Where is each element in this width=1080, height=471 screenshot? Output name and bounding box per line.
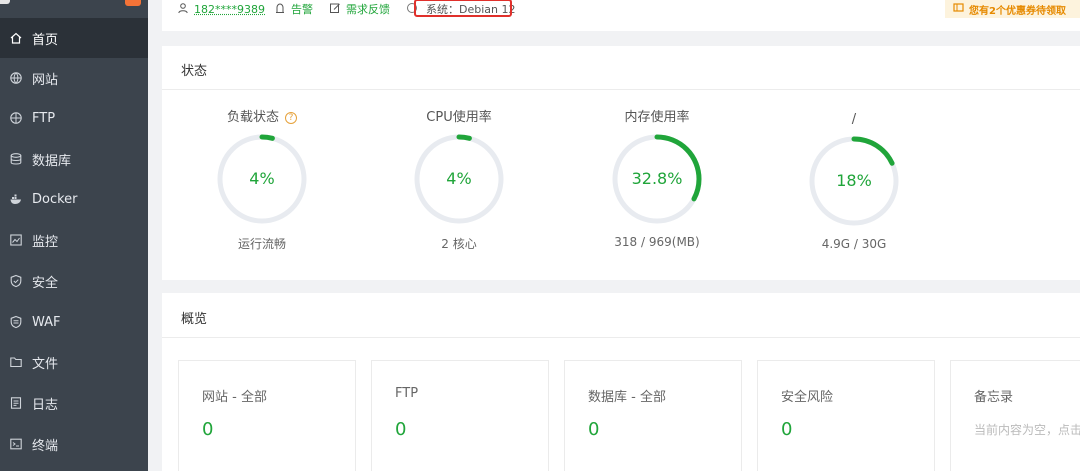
alarm-icon xyxy=(274,2,291,17)
notification-badge[interactable] xyxy=(125,0,141,6)
folder-icon xyxy=(9,355,23,369)
card-label: 安全风险 xyxy=(781,390,834,405)
gauge-label: 内存使用率 xyxy=(624,110,690,125)
sidebar-item-label: FTP xyxy=(32,110,56,126)
gauge-value: 32.8% xyxy=(631,169,683,188)
card-label: FTP xyxy=(395,386,419,401)
gauge-ring: 18% xyxy=(806,133,902,229)
sidebar: 首页 网站 FTP 数据库 Docker 监控 安全 WAF 文件 日志 终端 xyxy=(0,0,148,471)
sidebar-item-database[interactable]: 数据库 xyxy=(0,139,148,179)
waf-shield-icon xyxy=(9,315,23,329)
card-label: 备忘录 xyxy=(974,390,1014,405)
sidebar-item-label: Docker xyxy=(32,191,78,207)
gauge-ring: 4% xyxy=(411,131,507,227)
globe-icon xyxy=(9,71,23,85)
coupon-icon xyxy=(945,2,969,16)
gauge-subtext: 318 / 969(MB) xyxy=(614,235,700,249)
sidebar-item-websites[interactable]: 网站 xyxy=(0,58,148,98)
shield-icon xyxy=(9,274,23,288)
sidebar-item-waf[interactable]: WAF xyxy=(0,302,148,342)
top-info-bar: 182****9389 告警 需求反馈 系统：Debian 12 您有2个优惠券… xyxy=(162,0,1080,31)
sidebar-item-label: 网站 xyxy=(32,72,59,88)
gauge-value: 4% xyxy=(446,169,472,188)
gauge-cpu[interactable]: CPU使用率 4% 2 核心 xyxy=(399,109,519,252)
terminal-icon xyxy=(9,437,23,451)
gauge-load[interactable]: 负载状态? 4% 运行流畅 xyxy=(202,109,322,252)
status-panel: 状态 负载状态? 4% 运行流畅 CPU使用率 4% 2 核心 内存使用率 32… xyxy=(162,46,1080,280)
alarm-label: 告警 xyxy=(291,3,313,16)
user-icon xyxy=(177,2,194,17)
system-highlight-box xyxy=(414,0,512,17)
coupon-banner[interactable]: 您有2个优惠券待领取 xyxy=(945,0,1080,18)
overview-title: 概览 xyxy=(181,312,208,327)
divider xyxy=(162,89,1080,90)
sidebar-item-label: 监控 xyxy=(32,234,59,250)
user-phone: 182****9389 xyxy=(194,2,265,16)
sidebar-item-monitor[interactable]: 监控 xyxy=(0,220,148,260)
monitor-icon xyxy=(9,233,23,247)
help-icon[interactable]: ? xyxy=(285,112,297,124)
docker-icon xyxy=(9,192,23,206)
alarm-link[interactable]: 告警 xyxy=(274,0,313,18)
card-security-risk[interactable]: 安全风险 0 xyxy=(757,360,935,471)
gauge-disk[interactable]: / 18% 4.9G / 30G xyxy=(794,111,914,251)
logo[interactable] xyxy=(0,0,10,4)
memo-empty-text[interactable]: 当前内容为空，点击 xyxy=(974,421,1080,438)
card-memo[interactable]: 备忘录 当前内容为空，点击 xyxy=(950,360,1080,471)
card-databases[interactable]: 数据库 - 全部 0 xyxy=(564,360,742,471)
gauge-subtext: 4.9G / 30G xyxy=(821,237,887,251)
gauge-label: CPU使用率 xyxy=(426,110,492,125)
card-label: 数据库 - 全部 xyxy=(588,390,666,405)
ftp-globe-icon xyxy=(9,111,23,125)
card-value[interactable]: 0 xyxy=(202,419,213,440)
gauge-subtext: 运行流畅 xyxy=(237,237,286,251)
sidebar-item-terminal[interactable]: 终端 xyxy=(0,424,148,464)
gauge-ring: 32.8% xyxy=(609,131,705,227)
database-icon xyxy=(9,152,23,166)
sidebar-item-ftp[interactable]: FTP xyxy=(0,98,148,138)
sidebar-item-logs[interactable]: 日志 xyxy=(0,383,148,423)
status-title: 状态 xyxy=(181,64,208,79)
coupon-label: 您有2个优惠券待领取 xyxy=(969,5,1066,17)
sidebar-item-label: 首页 xyxy=(32,32,59,48)
sidebar-item-label: 日志 xyxy=(32,397,59,413)
card-ftp[interactable]: FTP 0 xyxy=(371,360,549,471)
sidebar-item-label: WAF xyxy=(32,314,61,330)
sidebar-item-docker[interactable]: Docker xyxy=(0,179,148,219)
sidebar-item-label: 文件 xyxy=(32,356,59,372)
edit-icon xyxy=(329,2,346,17)
card-value[interactable]: 0 xyxy=(588,419,599,440)
gauge-subtext: 2 核心 xyxy=(441,237,477,251)
card-websites[interactable]: 网站 - 全部 0 xyxy=(178,360,356,471)
sidebar-item-label: 终端 xyxy=(32,438,59,454)
card-label: 网站 - 全部 xyxy=(202,390,267,405)
sidebar-item-files[interactable]: 文件 xyxy=(0,342,148,382)
home-icon xyxy=(9,31,23,45)
user-account-link[interactable]: 182****9389 xyxy=(177,0,265,18)
gauge-value: 4% xyxy=(249,169,275,188)
gauge-value: 18% xyxy=(836,171,872,190)
gauge-label: / xyxy=(851,112,857,127)
card-value[interactable]: 0 xyxy=(395,419,406,440)
sidebar-item-label: 数据库 xyxy=(32,153,72,169)
feedback-label: 需求反馈 xyxy=(346,3,390,16)
gauge-memory[interactable]: 内存使用率 32.8% 318 / 969(MB) xyxy=(597,109,717,249)
sidebar-item-security[interactable]: 安全 xyxy=(0,261,148,301)
feedback-link[interactable]: 需求反馈 xyxy=(329,0,390,18)
sidebar-item-label: 安全 xyxy=(32,275,59,291)
gauge-ring: 4% xyxy=(214,131,310,227)
sidebar-item-home[interactable]: 首页 xyxy=(0,18,148,58)
log-icon xyxy=(9,396,23,410)
divider xyxy=(162,337,1080,338)
card-value[interactable]: 0 xyxy=(781,419,792,440)
gauge-label: 负载状态 xyxy=(226,110,279,125)
